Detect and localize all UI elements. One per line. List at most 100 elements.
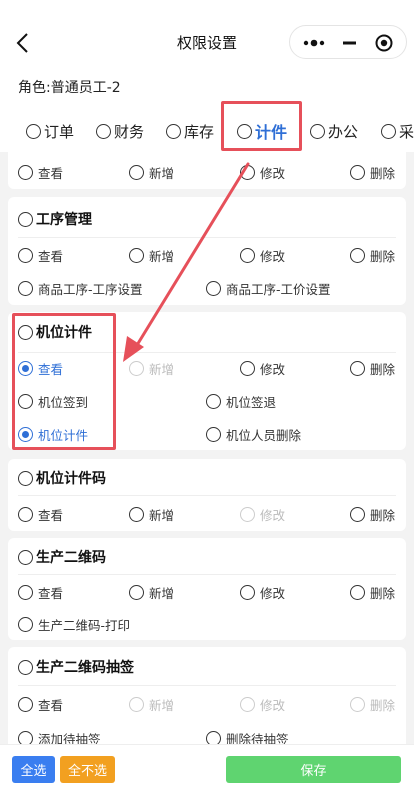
- mini-program-capsule: [289, 25, 407, 59]
- divider: [18, 574, 396, 575]
- option-add[interactable]: 新增: [129, 163, 174, 182]
- radio-icon: [206, 281, 221, 296]
- option-view[interactable]: 查看: [18, 583, 63, 602]
- divider: [18, 685, 396, 686]
- permission-list[interactable]: 查看 新增 修改 删除 工序管理 查看 新增 修改 删除 商品工序-工序设置 商…: [0, 152, 414, 744]
- section-title[interactable]: 生产二维码: [18, 547, 106, 567]
- role-value: 普通员工-2: [50, 80, 121, 96]
- option-station-checkout[interactable]: 机位签退: [206, 392, 276, 411]
- option-view[interactable]: 查看: [18, 505, 63, 524]
- section-title[interactable]: 机位计件码: [18, 468, 106, 488]
- save-button[interactable]: 保存: [226, 756, 401, 783]
- option-station-staff-delete[interactable]: 机位人员删除: [206, 425, 301, 444]
- radio-icon: [129, 248, 144, 263]
- role-line: 角色:普通员工-2: [18, 77, 121, 97]
- radio-icon: [206, 731, 221, 744]
- more-icon[interactable]: [300, 35, 334, 51]
- permission-card-station-piecework: 机位计件 查看 新增 修改 删除 机位签到 机位签退 机位计件 机位人员删除: [8, 312, 406, 450]
- radio-icon: [18, 659, 33, 675]
- option-add[interactable]: 新增: [129, 246, 174, 265]
- radio-icon: [237, 123, 252, 139]
- radio-icon: [18, 549, 33, 565]
- option-delete: 删除: [350, 695, 395, 714]
- radio-icon: [240, 585, 255, 600]
- radio-icon: [350, 585, 365, 600]
- option-station-checkin[interactable]: 机位签到: [18, 392, 88, 411]
- tab-purchase[interactable]: 采: [381, 118, 414, 144]
- option-edit[interactable]: 修改: [240, 163, 285, 182]
- option-edit[interactable]: 修改: [240, 246, 285, 265]
- option-add: 新增: [129, 695, 174, 714]
- radio-icon: [18, 617, 33, 632]
- tab-inventory[interactable]: 库存: [166, 118, 214, 144]
- radio-icon: [129, 361, 144, 376]
- radio-icon: [18, 281, 33, 296]
- radio-icon: [240, 165, 255, 180]
- tab-order[interactable]: 订单: [26, 118, 74, 144]
- radio-icon: [240, 507, 255, 522]
- radio-icon: [18, 211, 33, 227]
- option-delete[interactable]: 删除: [350, 583, 395, 602]
- radio-checked-icon: [18, 361, 33, 376]
- permission-card-qrcode: 生产二维码 查看 新增 修改 删除 生产二维码-打印: [8, 538, 406, 640]
- radio-icon: [18, 470, 33, 486]
- option-add[interactable]: 新增: [129, 583, 174, 602]
- navigation-bar: 权限设置: [0, 0, 414, 78]
- option-edit: 修改: [240, 695, 285, 714]
- option-view[interactable]: 查看: [18, 246, 63, 265]
- option-view[interactable]: 查看: [18, 359, 63, 378]
- radio-icon: [18, 324, 33, 340]
- select-all-button[interactable]: 全选: [12, 756, 55, 783]
- radio-icon: [381, 123, 396, 139]
- option-delete[interactable]: 删除: [350, 505, 395, 524]
- radio-icon: [129, 585, 144, 600]
- permission-card-station-code: 机位计件码 查看 新增 修改 删除: [8, 459, 406, 531]
- option-delete-pending-draw[interactable]: 删除待抽签: [206, 729, 289, 744]
- select-none-button[interactable]: 全不选: [60, 756, 115, 783]
- radio-icon: [129, 165, 144, 180]
- module-tabs: 订单 财务 库存 计件 办公 采: [0, 112, 414, 150]
- permission-card-process: 工序管理 查看 新增 修改 删除 商品工序-工序设置 商品工序-工价设置: [8, 197, 406, 305]
- radio-icon: [166, 123, 181, 139]
- option-delete[interactable]: 删除: [350, 359, 395, 378]
- radio-icon: [18, 697, 33, 712]
- option-add-pending-draw[interactable]: 添加待抽签: [18, 729, 101, 744]
- tab-office[interactable]: 办公: [310, 118, 358, 144]
- option-price-setting[interactable]: 商品工序-工价设置: [206, 279, 331, 298]
- option-delete[interactable]: 删除: [350, 163, 395, 182]
- radio-icon: [96, 123, 111, 139]
- permission-card-partial: 查看 新增 修改 删除: [8, 152, 406, 189]
- radio-icon: [18, 507, 33, 522]
- option-process-setting[interactable]: 商品工序-工序设置: [18, 279, 143, 298]
- permission-card-qrcode-draw: 生产二维码抽签 查看 新增 修改 删除 添加待抽签 删除待抽签: [8, 647, 406, 744]
- option-edit[interactable]: 修改: [240, 359, 285, 378]
- option-delete[interactable]: 删除: [350, 246, 395, 265]
- role-label: 角色:: [18, 80, 51, 96]
- divider: [18, 495, 396, 496]
- radio-icon: [310, 123, 325, 139]
- option-view[interactable]: 查看: [18, 695, 63, 714]
- radio-icon: [206, 427, 221, 442]
- close-mini-program-icon[interactable]: [373, 34, 395, 52]
- option-view[interactable]: 查看: [18, 163, 63, 182]
- option-station-piecework[interactable]: 机位计件: [18, 425, 88, 444]
- section-title[interactable]: 工序管理: [18, 209, 92, 229]
- option-add[interactable]: 新增: [129, 505, 174, 524]
- option-edit: 修改: [240, 505, 285, 524]
- section-title[interactable]: 机位计件: [18, 322, 92, 342]
- option-add: 新增: [129, 359, 174, 378]
- option-qrcode-print[interactable]: 生产二维码-打印: [18, 615, 130, 634]
- radio-icon: [18, 585, 33, 600]
- radio-icon: [129, 697, 144, 712]
- radio-checked-icon: [18, 427, 33, 442]
- minimize-icon[interactable]: [333, 35, 363, 51]
- option-edit[interactable]: 修改: [240, 583, 285, 602]
- tab-finance[interactable]: 财务: [96, 118, 144, 144]
- radio-icon: [240, 697, 255, 712]
- bottom-action-bar: 全选 全不选 保存: [0, 744, 414, 793]
- divider: [18, 352, 396, 353]
- tab-piecework[interactable]: 计件: [237, 118, 287, 144]
- section-title[interactable]: 生产二维码抽签: [18, 657, 134, 677]
- radio-icon: [350, 361, 365, 376]
- radio-icon: [18, 731, 33, 744]
